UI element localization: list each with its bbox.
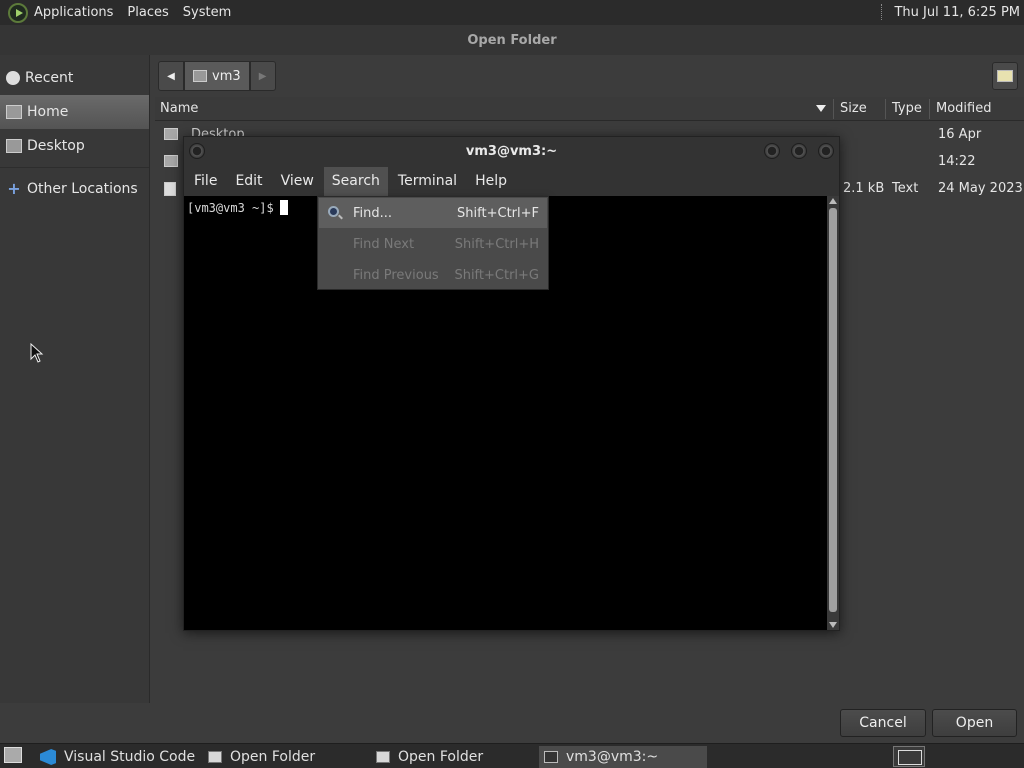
- menu-search[interactable]: Search: [323, 167, 388, 196]
- maximize-button[interactable]: [791, 143, 807, 159]
- terminal-title: vm3@vm3:~: [465, 144, 558, 159]
- menu-help[interactable]: Help: [467, 167, 515, 196]
- terminal-menubar: File Edit View Search Terminal Help: [184, 167, 839, 196]
- task-open-folder[interactable]: Open Folder: [371, 746, 535, 768]
- vscode-icon: [40, 749, 56, 765]
- cancel-button[interactable]: Cancel: [840, 709, 926, 737]
- path-bar: ◀ vm3 ▶: [158, 60, 276, 92]
- clock[interactable]: Thu Jul 11, 6:25 PM: [894, 5, 1020, 20]
- sidebar-item-label: Other Locations: [27, 181, 138, 197]
- distro-logo-icon[interactable]: [8, 2, 28, 23]
- terminal-icon: [544, 751, 558, 763]
- menu-terminal[interactable]: Terminal: [390, 167, 465, 196]
- path-back-button[interactable]: ◀: [158, 61, 184, 91]
- new-folder-button[interactable]: [992, 62, 1018, 90]
- sidebar-item-recent[interactable]: Recent: [0, 61, 149, 95]
- top-menu: Applications Places System: [34, 5, 245, 20]
- minimize-button[interactable]: [764, 143, 780, 159]
- text-cursor: [279, 200, 288, 215]
- menu-item-label: Find Next: [353, 237, 415, 252]
- sidebar-divider: [0, 167, 149, 168]
- home-folder-icon: [193, 70, 207, 82]
- home-folder-icon: [6, 105, 22, 119]
- text-file-icon: [164, 182, 176, 196]
- menu-item-find[interactable]: Find... Shift+Ctrl+F: [319, 198, 547, 228]
- file-modified: 14:22: [938, 154, 976, 169]
- menu-item-accelerator: Shift+Ctrl+H: [454, 237, 539, 252]
- panel-separator: [881, 4, 884, 20]
- column-divider: [833, 99, 834, 119]
- menu-file[interactable]: File: [186, 167, 225, 196]
- menu-item-find-previous[interactable]: Find Previous Shift+Ctrl+G: [319, 260, 547, 290]
- path-segment-label: vm3: [212, 68, 241, 84]
- column-divider: [929, 99, 930, 119]
- system-menu[interactable]: System: [183, 5, 231, 20]
- column-header-modified[interactable]: Modified: [936, 101, 991, 116]
- window-icon: [208, 751, 222, 763]
- menu-view[interactable]: View: [273, 167, 322, 196]
- folder-icon: [164, 128, 178, 140]
- sort-descending-icon: [816, 105, 826, 112]
- scroll-up-icon[interactable]: [829, 198, 837, 204]
- workspace-switcher[interactable]: [893, 746, 925, 767]
- column-header-type[interactable]: Type: [892, 101, 922, 116]
- menu-item-find-next[interactable]: Find Next Shift+Ctrl+H: [319, 229, 547, 259]
- column-header-name[interactable]: Name: [160, 101, 198, 116]
- new-folder-icon: [997, 70, 1013, 82]
- open-button[interactable]: Open: [932, 709, 1017, 737]
- sidebar-item-label: Recent: [25, 70, 74, 86]
- search-menu-dropdown: Find... Shift+Ctrl+F Find Next Shift+Ctr…: [317, 196, 549, 290]
- terminal-scrollbar[interactable]: [827, 196, 839, 630]
- close-button[interactable]: [818, 143, 834, 159]
- folder-icon: [164, 155, 178, 167]
- scroll-down-icon[interactable]: [829, 622, 837, 628]
- file-type: Text: [892, 181, 919, 196]
- sidebar-item-label: Home: [27, 104, 69, 120]
- desktop-folder-icon: [6, 139, 22, 153]
- sidebar-item-desktop[interactable]: Desktop: [0, 129, 149, 163]
- terminal-titlebar[interactable]: vm3@vm3:~: [184, 137, 839, 167]
- panel-tray: Thu Jul 11, 6:25 PM: [881, 4, 1020, 20]
- plus-icon: +: [7, 179, 21, 198]
- top-panel: Applications Places System Thu Jul 11, 6…: [0, 0, 1024, 25]
- menu-item-accelerator: Shift+Ctrl+F: [457, 206, 539, 221]
- applications-menu[interactable]: Applications: [34, 5, 113, 20]
- places-menu[interactable]: Places: [127, 5, 168, 20]
- show-desktop-icon[interactable]: [4, 747, 22, 763]
- dialog-title: Open Folder: [0, 25, 1024, 55]
- column-divider: [885, 99, 886, 119]
- file-list-header: Name Size Type Modified: [155, 97, 1024, 121]
- sidebar-item-home[interactable]: Home: [0, 95, 149, 129]
- window-icon: [376, 751, 390, 763]
- file-size: 2.1 kB: [843, 181, 885, 196]
- task-label: Visual Studio Code: [64, 749, 196, 765]
- sidebar-item-other-locations[interactable]: + Other Locations: [0, 172, 149, 206]
- task-vscode[interactable]: Visual Studio Code: [34, 746, 198, 768]
- file-modified: 24 May 2023: [938, 181, 1023, 196]
- task-open-folder[interactable]: Open Folder: [203, 746, 367, 768]
- shell-prompt: [vm3@vm3 ~]$: [187, 201, 274, 215]
- file-modified: 16 Apr: [938, 127, 982, 142]
- task-label: Open Folder: [398, 749, 484, 765]
- task-label: vm3@vm3:~: [566, 749, 659, 765]
- path-forward-button[interactable]: ▶: [249, 61, 276, 91]
- sidebar-item-label: Desktop: [27, 138, 85, 154]
- clock-icon: [6, 71, 20, 85]
- column-header-size[interactable]: Size: [840, 101, 867, 116]
- path-segment-home[interactable]: vm3: [184, 61, 250, 91]
- task-label: Open Folder: [230, 749, 316, 765]
- menu-item-accelerator: Shift+Ctrl+G: [454, 268, 539, 283]
- menu-edit[interactable]: Edit: [227, 167, 270, 196]
- search-icon: [328, 206, 339, 217]
- menu-item-label: Find...: [353, 206, 393, 221]
- scrollbar-thumb[interactable]: [829, 208, 837, 612]
- places-sidebar: Recent Home Desktop + Other Locations: [0, 55, 150, 703]
- menu-item-label: Find Previous: [353, 268, 439, 283]
- taskbar: Visual Studio Code Open Folder Open Fold…: [0, 743, 1024, 768]
- task-terminal[interactable]: vm3@vm3:~: [539, 746, 707, 768]
- window-menu-button[interactable]: [189, 143, 205, 159]
